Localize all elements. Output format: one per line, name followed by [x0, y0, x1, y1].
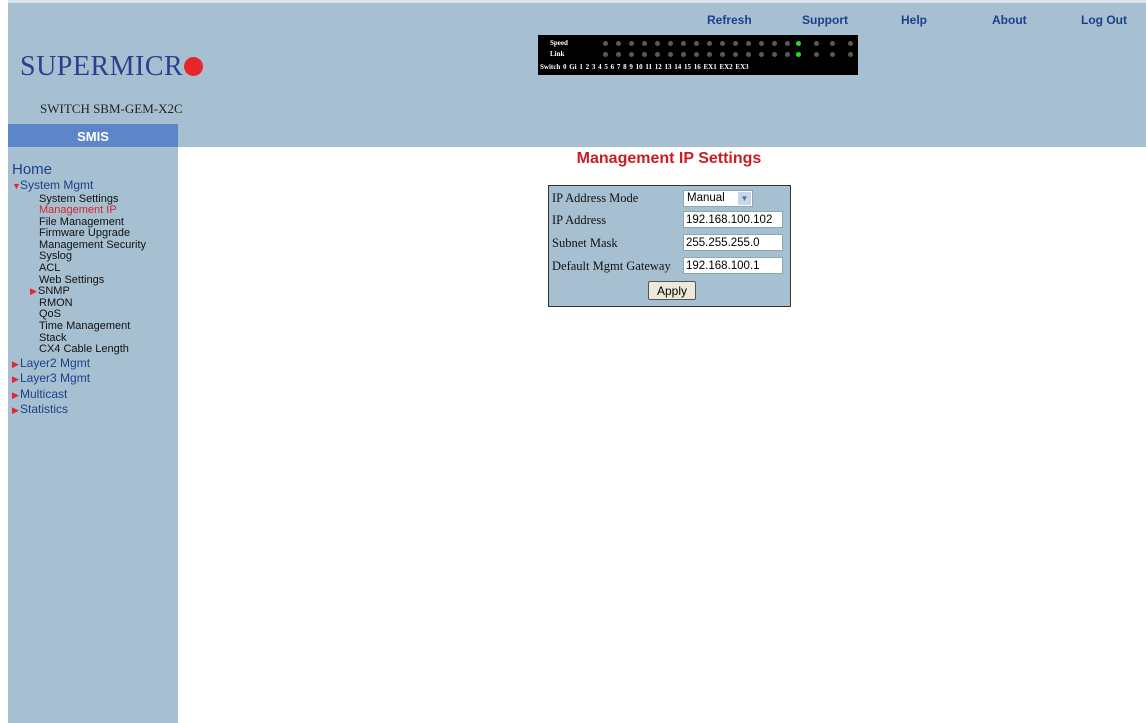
port-numbers: Switch 0 Gi 1 2 3 4 5 6 7 8 9 10 11 12 1…: [540, 63, 749, 71]
port-status-panel: Speed Link Switch 0 Gi 1 2 3 4 5 6 7 8 9…: [538, 35, 858, 75]
chevron-down-icon[interactable]: ▼: [738, 192, 751, 205]
sidebar-item-management-ip[interactable]: Management IP: [12, 204, 146, 217]
port-led: [694, 41, 699, 46]
port-led: [655, 52, 660, 57]
port-led: [772, 52, 777, 57]
port-led: [814, 41, 819, 46]
sidebar-item-layer2-mgmt[interactable]: ▶Layer2 Mgmt: [12, 356, 146, 372]
triangle-right-icon: ▶: [12, 405, 19, 416]
port-led: [848, 52, 853, 57]
subnet-mask-input[interactable]: [683, 234, 783, 251]
refresh-link[interactable]: Refresh: [707, 13, 752, 27]
port-led: [681, 52, 686, 57]
port-led: [603, 52, 608, 57]
help-link[interactable]: Help: [901, 13, 927, 27]
port-led: [681, 41, 686, 46]
sidebar-item-acl[interactable]: ACL: [12, 262, 146, 275]
sidebar-item-multicast[interactable]: ▶Multicast: [12, 387, 146, 403]
port-led: [848, 41, 853, 46]
logo-o-icon: [184, 57, 204, 76]
home-link[interactable]: Home: [12, 161, 52, 178]
triangle-right-icon: ▶: [12, 374, 19, 385]
link-label: Link: [550, 50, 565, 58]
ip-address-label: IP Address: [552, 213, 607, 227]
sidebar-item-system-mgmt[interactable]: ▼System Mgmt: [12, 178, 146, 194]
port-led: [746, 41, 751, 46]
support-link[interactable]: Support: [802, 13, 848, 27]
sidebar-item-snmp[interactable]: ▶SNMP: [12, 285, 146, 298]
port-led: [668, 41, 673, 46]
port-led: [694, 52, 699, 57]
sidebar-item-time-management[interactable]: Time Management: [12, 320, 146, 333]
port-led: [785, 41, 790, 46]
speed-label: Speed: [550, 39, 568, 47]
port-led: [796, 52, 801, 57]
port-led: [830, 52, 835, 57]
port-led: [629, 41, 634, 46]
port-led: [785, 52, 790, 57]
apply-button[interactable]: Apply: [648, 281, 696, 300]
sidebar-item-label: System Mgmt: [20, 178, 94, 192]
about-link[interactable]: About: [992, 13, 1027, 27]
sidebar-item-label: Layer3 Mgmt: [20, 371, 91, 386]
port-led: [746, 52, 751, 57]
port-led: [642, 41, 647, 46]
port-led: [707, 41, 712, 46]
port-led: [772, 41, 777, 46]
logo-text: SUPERMICR: [20, 51, 184, 82]
gateway-label: Default Mgmt Gateway: [552, 259, 671, 273]
port-led: [629, 52, 634, 57]
gateway-input[interactable]: [683, 257, 783, 274]
port-led: [616, 41, 621, 46]
sidebar-item-syslog[interactable]: Syslog: [12, 251, 146, 263]
ip-address-input[interactable]: [683, 211, 783, 228]
sidebar-item-cx4-cable-length[interactable]: CX4 Cable Length: [12, 344, 146, 356]
left-margin: [0, 0, 8, 723]
sidebar-item-label: SNMP: [38, 285, 70, 298]
port-led: [603, 41, 608, 46]
port-led: [733, 52, 738, 57]
port-led: [668, 52, 673, 57]
sidebar-item-management-security[interactable]: Management Security: [12, 239, 146, 252]
triangle-right-icon: ▶: [12, 389, 19, 400]
port-led: [814, 52, 819, 57]
port-led: [759, 41, 764, 46]
sidebar-item-rmon[interactable]: RMON: [12, 297, 146, 310]
top-navigation: Refresh Support Help About Log Out: [8, 13, 1146, 31]
subnet-mask-label: Subnet Mask: [552, 236, 618, 250]
sidebar-item-statistics[interactable]: ▶Statistics: [12, 402, 146, 418]
sidebar-item-label: Statistics: [20, 402, 69, 417]
model-name: SWITCH SBM-GEM-X2C: [40, 101, 183, 116]
port-led: [796, 41, 801, 46]
sidebar-item-web-settings[interactable]: Web Settings: [12, 274, 146, 287]
port-led: [720, 41, 725, 46]
port-led: [720, 52, 725, 57]
triangle-right-icon: ▶: [30, 286, 37, 297]
logout-link[interactable]: Log Out: [1081, 13, 1127, 27]
triangle-right-icon: ▶: [12, 358, 19, 369]
port-led: [655, 41, 660, 46]
sidebar-nav: ▼System Mgmt System Settings Management …: [12, 178, 146, 418]
sidebar: Home ▼System Mgmt System Settings Manage…: [8, 147, 178, 723]
port-led: [733, 41, 738, 46]
port-led: [616, 52, 621, 57]
port-led: [642, 52, 647, 57]
page-title: Management IP Settings: [576, 150, 762, 167]
port-led: [707, 52, 712, 57]
sidebar-item-label: Layer2 Mgmt: [20, 355, 91, 370]
sidebar-item-layer3-mgmt[interactable]: ▶Layer3 Mgmt: [12, 371, 146, 387]
port-led: [759, 52, 764, 57]
header-banner: Refresh Support Help About Log Out SUPER…: [8, 0, 1146, 150]
ip-mode-select[interactable]: Manual ▼: [683, 190, 753, 207]
triangle-down-icon: ▼: [12, 181, 21, 191]
ip-mode-label: IP Address Mode: [552, 191, 639, 205]
management-ip-form: IP Address Mode Manual ▼ IP Address Subn…: [548, 185, 791, 307]
ip-mode-value: Manual: [687, 192, 725, 204]
port-led: [830, 41, 835, 46]
supermicro-logo: SUPERMICR: [20, 51, 204, 83]
sidebar-item-label: Multicast: [20, 386, 68, 401]
main-content: Management IP Settings IP Address Mode M…: [178, 147, 1146, 723]
